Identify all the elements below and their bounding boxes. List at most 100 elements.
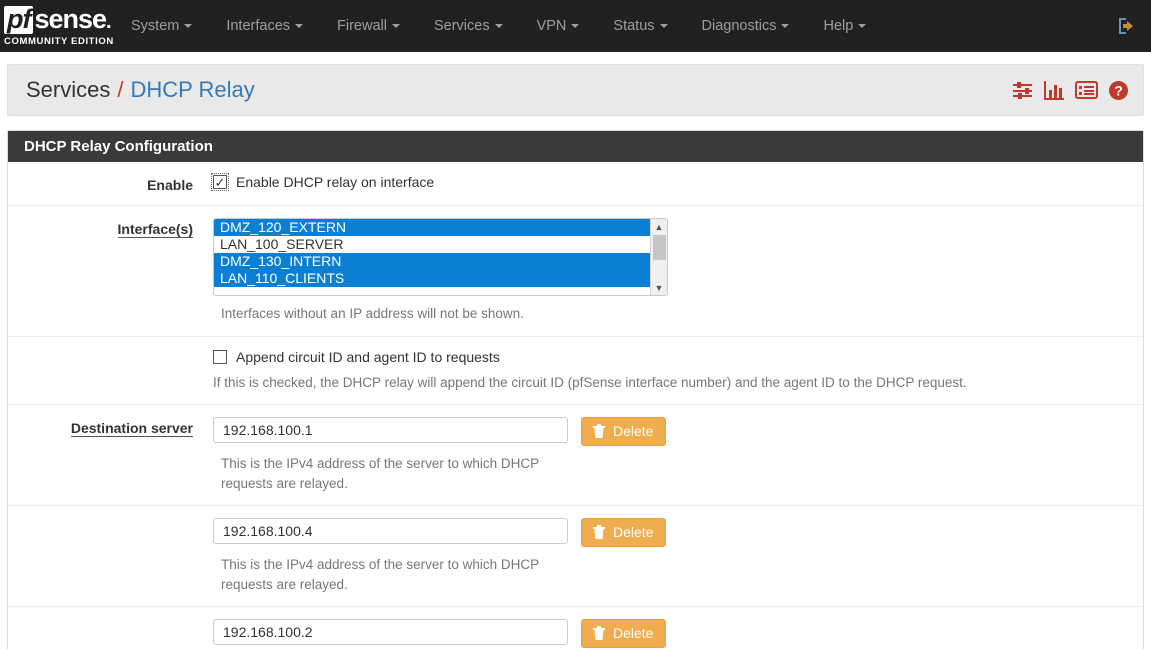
pfsense-logo[interactable]: pf sense. COMMUNITY EDITION (4, 3, 114, 47)
interfaces-scrollbar[interactable]: ▲ ▼ (650, 219, 667, 295)
nav-menu: System Interfaces Firewall Services VPN … (114, 0, 883, 52)
destination-server-control-3: Delete This is the IPv4 address of the s… (205, 619, 1143, 649)
nav-label-system: System (131, 18, 180, 34)
chevron-down-icon (659, 24, 668, 29)
nav-item-interfaces[interactable]: Interfaces (209, 0, 320, 52)
circuit-id-checkbox[interactable] (213, 349, 227, 364)
interface-option-dmz-130-intern[interactable]: DMZ_130_INTERN (214, 253, 650, 270)
panel-title: DHCP Relay Configuration (8, 131, 1143, 162)
nav-label-help: Help (823, 18, 854, 34)
interface-option-lan-100-server[interactable]: LAN_100_SERVER (214, 236, 650, 253)
breadcrumb-separator: / (117, 77, 124, 102)
scroll-down-icon[interactable]: ▼ (651, 280, 667, 295)
bar-chart-icon[interactable] (1044, 80, 1065, 100)
enable-checkbox-line[interactable]: ✓ Enable DHCP relay on interface (211, 173, 1143, 191)
top-navbar: pf sense. COMMUNITY EDITION System Interf… (0, 0, 1151, 52)
chevron-down-icon (781, 24, 790, 29)
circuit-id-label-spacer (8, 349, 205, 393)
row-enable: Enable ✓ Enable DHCP relay on interface (8, 162, 1143, 206)
trash-icon (593, 625, 605, 640)
circuit-id-checkbox-line[interactable]: Append circuit ID and agent ID to reques… (213, 349, 1143, 365)
panel-region: DHCP Relay Configuration Enable ✓ Enable… (0, 116, 1151, 649)
brand-pf: pf (4, 5, 34, 34)
scrollbar-thumb[interactable] (653, 235, 666, 260)
destination-server-input-1[interactable] (213, 417, 568, 444)
nav-item-firewall[interactable]: Firewall (320, 0, 417, 52)
nav-label-interfaces: Interfaces (226, 18, 291, 34)
enable-checkbox-label[interactable]: Enable DHCP relay on interface (236, 174, 434, 190)
nav-item-vpn[interactable]: VPN (520, 0, 597, 52)
circuit-id-control: Append circuit ID and agent ID to reques… (205, 349, 1143, 393)
trash-icon (593, 524, 605, 539)
interfaces-label: Interface(s) (8, 218, 205, 324)
nav-item-status[interactable]: Status (596, 0, 684, 52)
row-destination-server-3: Delete This is the IPv4 address of the s… (8, 607, 1143, 649)
scroll-up-icon[interactable]: ▲ (651, 219, 667, 234)
destination-server-input-3[interactable] (213, 619, 568, 646)
interface-option-lan-110-clients[interactable]: LAN_110_CLIENTS (214, 270, 650, 287)
sign-out-icon (1119, 18, 1133, 34)
destination-server-control-1: Delete This is the IPv4 address of the s… (205, 417, 1143, 493)
nav-label-status: Status (613, 18, 655, 34)
enable-checkbox[interactable]: ✓ (211, 173, 229, 191)
brand-subtitle: COMMUNITY EDITION (4, 35, 114, 47)
destination-server-label-spacer-2 (8, 518, 205, 594)
destination-server-label-text: Destination server (70, 420, 193, 438)
delete-button-3[interactable]: Delete (581, 619, 667, 649)
delete-label-3: Delete (613, 625, 654, 642)
page-title[interactable]: DHCP Relay (130, 77, 254, 103)
brand-sense: sense (34, 3, 107, 34)
nav-label-services: Services (433, 18, 490, 34)
nav-item-services[interactable]: Services (417, 0, 520, 52)
interfaces-label-text: Interface(s) (117, 221, 193, 238)
destination-server-help-2: This is the IPv4 address of the server t… (221, 557, 539, 592)
check-icon: ✓ (214, 174, 226, 190)
nav-label-vpn: VPN (536, 18, 567, 34)
chevron-down-icon (295, 24, 304, 29)
svg-text:?: ? (1114, 82, 1123, 98)
breadcrumb-root[interactable]: Services (26, 77, 110, 103)
destination-server-input-2[interactable] (213, 518, 568, 545)
destination-server-label: Destination server (8, 417, 205, 493)
nav-label-firewall: Firewall (337, 18, 387, 34)
interfaces-multiselect[interactable]: DMZ_120_EXTERN LAN_100_SERVER DMZ_130_IN… (213, 218, 668, 296)
circuit-id-checkbox-label[interactable]: Append circuit ID and agent ID to reques… (236, 349, 500, 365)
chevron-down-icon (494, 24, 503, 29)
list-icon[interactable] (1075, 80, 1098, 100)
dhcp-relay-panel: DHCP Relay Configuration Enable ✓ Enable… (7, 130, 1144, 649)
nav-label-diagnostics: Diagnostics (701, 18, 777, 34)
chevron-down-icon (858, 24, 867, 29)
nav-item-help[interactable]: Help (806, 0, 883, 52)
interface-option-dmz-120-extern[interactable]: DMZ_120_EXTERN (214, 219, 650, 236)
destination-server-control-2: Delete This is the IPv4 address of the s… (205, 518, 1143, 594)
destination-server-line-2: Delete (213, 518, 1143, 548)
delete-label-2: Delete (613, 524, 654, 541)
row-destination-server-2: Delete This is the IPv4 address of the s… (8, 506, 1143, 608)
delete-label-1: Delete (613, 423, 654, 440)
trash-icon (593, 423, 605, 438)
enable-control: ✓ Enable DHCP relay on interface (205, 173, 1143, 193)
destination-server-line-1: Delete (213, 417, 1143, 447)
enable-label: Enable (147, 177, 193, 193)
destination-server-line-3: Delete (213, 619, 1143, 649)
breadcrumb: Services / DHCP Relay ? (7, 64, 1144, 116)
brand-logo-text: pf sense. (4, 3, 112, 34)
nav-item-system[interactable]: System (114, 0, 209, 52)
delete-button-2[interactable]: Delete (581, 518, 667, 548)
row-destination-server-1: Destination server Delete (8, 405, 1143, 507)
chevron-down-icon (391, 24, 400, 29)
chevron-down-icon (571, 24, 580, 29)
nav-item-diagnostics[interactable]: Diagnostics (685, 0, 807, 52)
chevron-down-icon (184, 24, 193, 29)
breadcrumb-icon-group: ? (1012, 80, 1129, 101)
breadcrumb-region: Services / DHCP Relay ? (0, 52, 1151, 116)
sliders-icon[interactable] (1012, 80, 1034, 100)
interfaces-option-list: DMZ_120_EXTERN LAN_100_SERVER DMZ_130_IN… (214, 219, 650, 287)
brand-dot: . (106, 10, 111, 33)
logout-button[interactable] (1115, 0, 1137, 52)
panel-body: Enable ✓ Enable DHCP relay on interface … (8, 162, 1143, 649)
circuit-id-help-text: If this is checked, the DHCP relay will … (213, 374, 967, 390)
destination-server-help-1: This is the IPv4 address of the server t… (221, 456, 539, 491)
help-icon[interactable]: ? (1108, 80, 1129, 101)
delete-button-1[interactable]: Delete (581, 417, 667, 447)
